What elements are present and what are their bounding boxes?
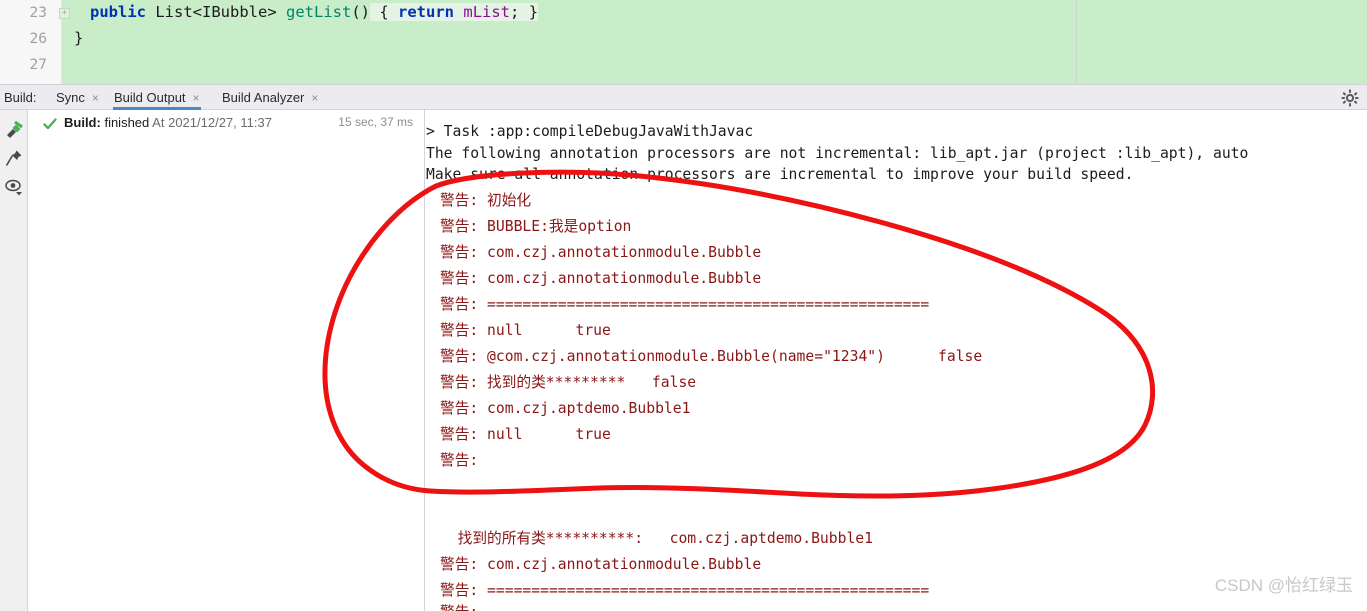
- code-line-23[interactable]: public List<IBubble> getList() { return …: [90, 3, 539, 21]
- code-area[interactable]: public List<IBubble> getList() { return …: [62, 0, 1367, 84]
- tab-build-analyzer[interactable]: Build Analyzer ×: [218, 85, 322, 110]
- toggle-view-icon[interactable]: [4, 119, 24, 139]
- console-line[interactable]: 警告: @com.czj.annotationmodule.Bubble(nam…: [440, 348, 982, 365]
- code-editor[interactable]: public List<IBubble> getList() { return …: [0, 0, 1367, 84]
- tab-build-analyzer-label: Build Analyzer: [222, 90, 305, 105]
- right-margin-guide: [1076, 0, 1077, 84]
- console-line[interactable]: The following annotation processors are …: [426, 145, 1248, 162]
- console-line[interactable]: 警告: com.czj.annotationmodule.Bubble: [440, 556, 761, 573]
- console-line[interactable]: 警告:: [440, 452, 478, 469]
- console-line[interactable]: Make sure all annotation processors are …: [426, 166, 1133, 183]
- console-line[interactable]: > Task :app:compileDebugJavaWithJavac: [426, 123, 753, 140]
- console-line[interactable]: 警告: 初始化: [440, 192, 531, 209]
- gear-icon[interactable]: [1341, 89, 1359, 107]
- console-line[interactable]: 警告: com.czj.annotationmodule.Bubble: [440, 244, 761, 261]
- pin-tab-icon[interactable]: [4, 148, 24, 168]
- console-line[interactable]: 警告: null true: [440, 322, 611, 339]
- build-timestamp-prefix: At: [152, 115, 165, 130]
- tab-sync[interactable]: Sync ×: [52, 85, 103, 110]
- console-line[interactable]: 警告: 找到的类********* false: [440, 374, 696, 391]
- close-icon[interactable]: ×: [193, 92, 200, 104]
- build-duration: 15 sec, 37 ms: [338, 115, 413, 129]
- console-line[interactable]: 警告: null true: [440, 426, 611, 443]
- tab-build-output-label: Build Output: [114, 90, 186, 105]
- build-output-console[interactable]: > Task :app:compileDebugJavaWithJavac The…: [426, 110, 1367, 612]
- build-status-value: finished: [104, 115, 150, 130]
- csdn-watermark: CSDN @怡红绿玉: [1214, 576, 1353, 595]
- console-line[interactable]: 警告: BUBBLE:我是option: [440, 218, 631, 235]
- show-options-icon[interactable]: [4, 177, 24, 197]
- tab-sync-label: Sync: [56, 90, 85, 105]
- line-number: 27: [29, 57, 47, 73]
- build-events-panel[interactable]: Build: finished At 2021/12/27, 11:37 15 …: [28, 110, 425, 612]
- editor-gutter[interactable]: 23 26 27: [0, 0, 62, 84]
- line-number: 23: [29, 5, 47, 21]
- console-line[interactable]: 警告: ====================================…: [440, 296, 929, 313]
- tabbar-label: Build:: [4, 90, 37, 105]
- build-toolbar-rail: [0, 110, 28, 612]
- close-icon[interactable]: ×: [92, 92, 99, 104]
- build-status-row[interactable]: Build: finished At 2021/12/27, 11:37 15 …: [28, 114, 425, 134]
- ide-window: public List<IBubble> getList() { return …: [0, 0, 1367, 612]
- close-icon[interactable]: ×: [311, 92, 318, 104]
- green-check-icon: [43, 117, 57, 131]
- build-timestamp: 2021/12/27, 11:37: [168, 115, 272, 130]
- line-number: 26: [29, 31, 47, 47]
- console-line[interactable]: 警告: com.czj.annotationmodule.Bubble: [440, 270, 761, 287]
- console-line[interactable]: 警告: ====================================…: [440, 582, 929, 599]
- build-status-title: Build:: [64, 115, 101, 130]
- build-tool-window-tabbar: Build: Sync × Build Output × Build Analy…: [0, 84, 1367, 110]
- tab-build-output[interactable]: Build Output ×: [110, 85, 204, 110]
- code-fold-icon[interactable]: +: [59, 8, 70, 19]
- build-status-text: Build: finished At 2021/12/27, 11:37: [64, 115, 272, 130]
- console-line[interactable]: 警告: com.czj.aptdemo.Bubble1: [440, 400, 690, 417]
- code-line-26[interactable]: }: [74, 29, 83, 47]
- console-line[interactable]: 找到的所有类**********: com.czj.aptdemo.Bubble…: [440, 530, 873, 547]
